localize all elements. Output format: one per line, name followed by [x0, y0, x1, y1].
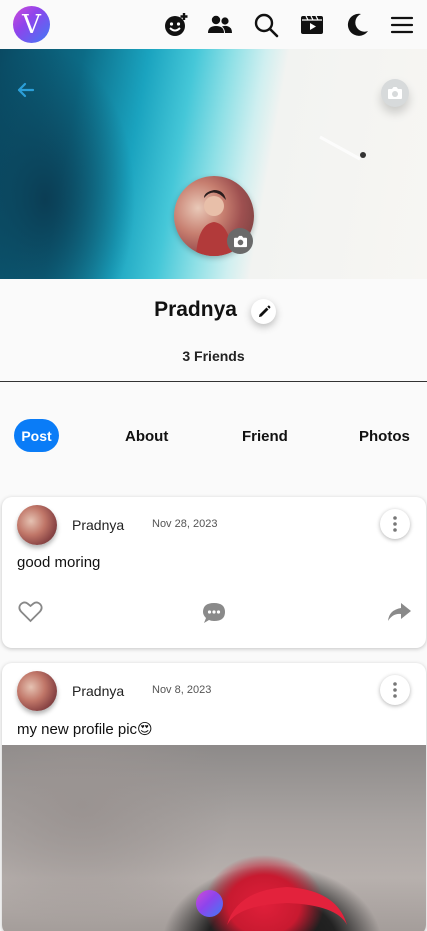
beach-person-decoration [319, 135, 366, 161]
friends-icon[interactable] [207, 12, 233, 38]
post-card: Pradnya Nov 28, 2023 good moring [2, 497, 426, 648]
more-vertical-icon [393, 682, 397, 698]
app-logo[interactable]: V [13, 6, 50, 43]
like-heart-icon[interactable] [18, 601, 43, 623]
logo-letter: V [22, 9, 41, 40]
dark-mode-moon-icon[interactable] [344, 12, 370, 38]
avatar-camera-icon[interactable] [227, 228, 253, 254]
tab-friend[interactable]: Friend [242, 428, 288, 445]
cover-camera-icon[interactable] [381, 79, 409, 107]
profile-name: Pradnya [154, 298, 237, 321]
post-author-avatar[interactable] [17, 671, 57, 711]
back-arrow-icon[interactable] [14, 79, 36, 101]
post-date: Nov 28, 2023 [152, 518, 218, 530]
menu-icon[interactable] [389, 12, 415, 38]
top-bar: V [0, 0, 427, 49]
divider [0, 381, 427, 382]
hat-decoration [227, 887, 347, 925]
search-icon[interactable] [253, 12, 279, 38]
friends-count[interactable]: 3 Friends [0, 348, 427, 364]
post-date: Nov 8, 2023 [152, 684, 212, 696]
edit-profile-button[interactable] [251, 299, 276, 324]
pencil-icon [258, 305, 270, 317]
reels-icon[interactable] [299, 12, 325, 38]
post-author-name[interactable]: Pradnya [72, 517, 124, 533]
tab-about[interactable]: About [125, 428, 168, 445]
post-text: my new profile pic😍 [17, 721, 153, 738]
post-author-avatar[interactable] [17, 505, 57, 545]
more-vertical-icon [393, 516, 397, 532]
floating-orb-icon[interactable] [196, 890, 223, 917]
tab-photos[interactable]: Photos [359, 428, 410, 445]
add-emoji-icon[interactable] [163, 12, 189, 38]
cover-photo [0, 49, 427, 279]
post-author-name[interactable]: Pradnya [72, 683, 124, 699]
post-text: good moring [17, 554, 101, 571]
comment-icon[interactable] [201, 601, 227, 625]
post-more-button[interactable] [380, 675, 410, 705]
post-more-button[interactable] [380, 509, 410, 539]
tab-post[interactable]: Post [14, 419, 59, 452]
share-icon[interactable] [386, 601, 412, 623]
